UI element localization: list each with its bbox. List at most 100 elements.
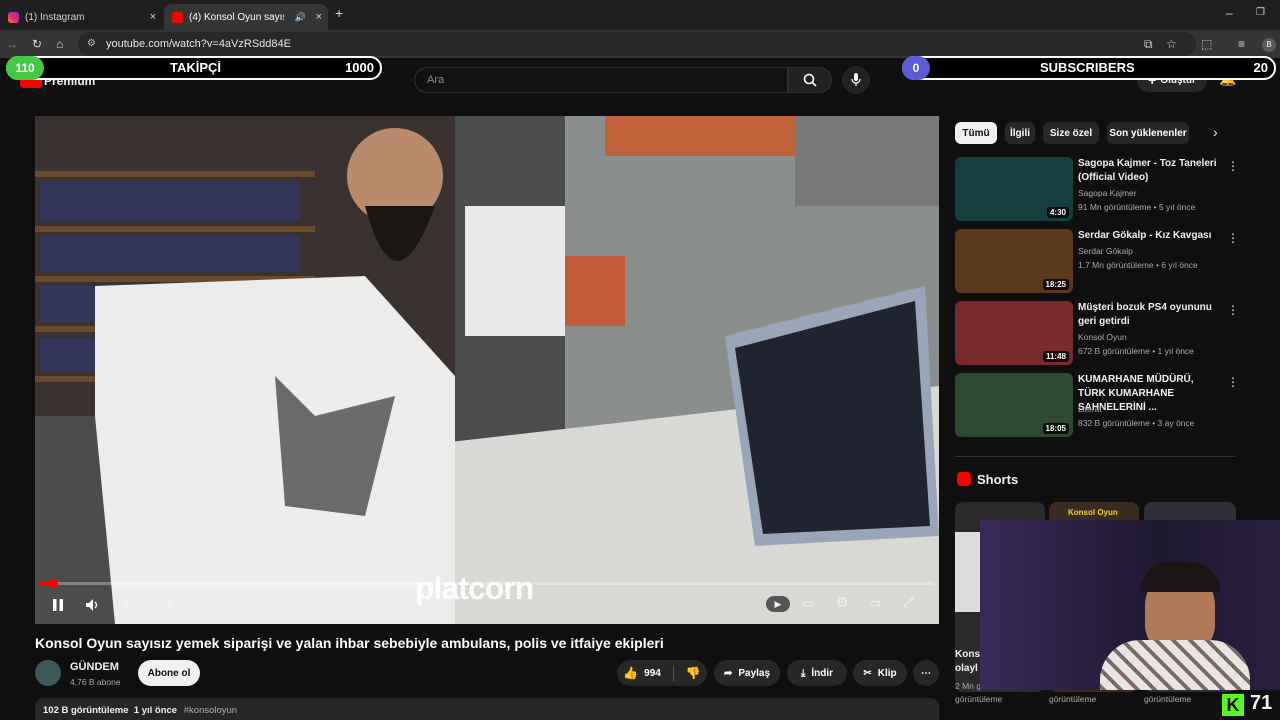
bookmark-star-icon[interactable]: ☆	[1166, 30, 1177, 58]
video-player[interactable]: 0:02 / 2:16 platcorn ▶ ▭ ⚙ ▭ ⤢	[35, 116, 939, 624]
extensions-icon[interactable]: ⬚	[1201, 30, 1212, 58]
settings-gear-icon[interactable]: ⚙	[836, 594, 849, 611]
reload-icon[interactable]: ↻	[32, 30, 42, 58]
more-options-icon[interactable]: ⋮	[1227, 159, 1239, 173]
recommendation-title[interactable]: Serdar Gökalp - Kız Kavgası	[1078, 229, 1218, 243]
recommendation-channel[interactable]: Literat	[1078, 404, 1102, 414]
divider	[672, 665, 674, 681]
chip-related[interactable]: İlgili	[1005, 122, 1035, 144]
download-button[interactable]: ⤓ İndir	[787, 660, 847, 686]
subscribers-goal-bar: 0 SUBSCRIBERS 20	[902, 56, 1276, 80]
theater-mode-icon[interactable]: ▭	[869, 595, 881, 611]
divider	[955, 456, 1235, 457]
recommendation-channel[interactable]: Konsol Oyun	[1078, 332, 1127, 342]
share-button[interactable]: ➦ Paylaş	[714, 660, 780, 686]
close-tab-icon[interactable]: ×	[316, 11, 322, 23]
clip-button[interactable]: ✂ Klip	[853, 660, 907, 686]
description-tag[interactable]: #konsoloyun	[184, 705, 237, 716]
microphone-icon	[851, 73, 861, 86]
subtitles-icon[interactable]: ▭	[802, 596, 813, 610]
search-icon	[803, 73, 817, 87]
recommendation-item[interactable]: 18:25 Serdar Gökalp - Kız Kavgası Serdar G…	[955, 229, 1239, 293]
recommendation-channel[interactable]: Serdar Gökalp	[1078, 246, 1133, 256]
kick-viewer-count: 71	[1250, 692, 1273, 714]
restore-button[interactable]: ❐	[1256, 0, 1265, 27]
home-icon[interactable]: ⌂	[56, 30, 63, 58]
voice-search-button[interactable]	[842, 66, 870, 94]
recommendation-item[interactable]: 11:48 Müşteri bozuk PS4 oyununu geri geti…	[955, 301, 1239, 365]
search-placeholder: Ara	[427, 74, 445, 86]
pause-icon[interactable]	[52, 598, 64, 612]
short-meta: görüntüleme	[1049, 694, 1097, 704]
autoplay-toggle[interactable]: ▶	[766, 596, 790, 612]
video-thumbnail[interactable]: 4:30	[955, 157, 1073, 221]
volume-icon[interactable]	[85, 598, 99, 612]
video-thumbnail[interactable]: 18:25	[955, 229, 1073, 293]
streamer-shirt	[1100, 640, 1250, 690]
recommendation-title[interactable]: Müşteri bozuk PS4 oyununu geri getirdi	[1078, 301, 1218, 329]
time-display: 0:02 / 2:16	[123, 599, 172, 610]
video-thumbnail[interactable]: 11:48	[955, 301, 1073, 365]
search-input[interactable]: Ara	[414, 67, 788, 93]
back-icon[interactable]: →	[6, 30, 18, 58]
chip-for-you[interactable]: Size özel	[1043, 122, 1099, 144]
watermark: platcorn	[415, 570, 534, 606]
more-actions-button[interactable]: ⋯	[913, 660, 939, 686]
chevron-right-icon[interactable]: ›	[1213, 124, 1218, 140]
short-badge: Konsol Oyun	[1068, 508, 1118, 517]
chip-recent[interactable]: Son yüklenenler	[1107, 122, 1189, 144]
like-icon[interactable]: 👍	[623, 666, 638, 680]
recommendation-item[interactable]: 18:05 KUMARHANE MÜDÜRÜ, TÜRK KUMARHANE SA…	[955, 373, 1239, 437]
recommendation-title[interactable]: Sagopa Kajmer - Toz Taneleri (Official V…	[1078, 157, 1218, 185]
chip-all[interactable]: Tümü	[955, 122, 997, 144]
like-count[interactable]: 994	[644, 668, 661, 679]
more-options-icon[interactable]: ⋮	[1227, 375, 1239, 389]
duration-badge: 11:48	[1042, 351, 1069, 362]
close-tab-icon[interactable]: ×	[150, 11, 156, 23]
recommendation-meta: 832 B görüntüleme • 3 ay önce	[1078, 418, 1195, 428]
channel-name[interactable]: GÜNDEM	[70, 661, 119, 673]
description-box[interactable]: 102 B görüntüleme 1 yıl önce #konsoloyun	[35, 698, 939, 720]
minimize-button[interactable]: –	[1226, 0, 1233, 27]
channel-avatar[interactable]	[35, 660, 61, 686]
site-info-icon[interactable]: ⚙	[87, 32, 96, 56]
video-title: Konsol Oyun sayısız yemek siparişi ve ya…	[35, 635, 664, 651]
youtube-icon	[172, 11, 183, 23]
description-meta: 102 B görüntüleme 1 yıl önce	[43, 705, 178, 716]
scissors-icon: ✂	[863, 667, 872, 679]
dislike-icon[interactable]: 👎	[686, 666, 701, 680]
recommendation-item[interactable]: 4:30 Sagopa Kajmer - Toz Taneleri (Offici…	[955, 157, 1239, 221]
recommendation-channel[interactable]: Sagopa Kajmer	[1078, 188, 1137, 198]
url-field[interactable]: ⚙ youtube.com/watch?v=4aVzRSdd84E	[78, 32, 1196, 56]
tab-label: (4) Konsol Oyun sayısız yem	[189, 11, 284, 23]
short-title[interactable]: Kons olayl	[955, 648, 983, 676]
kick-logo: K	[1222, 694, 1244, 716]
followers-goal-bar: 110 TAKİPÇİ 1000	[6, 56, 382, 80]
followers-label: TAKİPÇİ	[170, 60, 222, 75]
speaker-icon[interactable]: 🔊	[295, 12, 306, 23]
shorts-icon	[957, 472, 971, 486]
followers-current: 110	[6, 56, 44, 80]
tab-instagram[interactable]: (1) Instagram ×	[0, 4, 162, 30]
fullscreen-icon[interactable]: ⤢	[903, 595, 913, 611]
video-thumbnail[interactable]: 18:05	[955, 373, 1073, 437]
subs-current: 0	[902, 56, 930, 80]
video-frame	[35, 116, 939, 624]
url-text: youtube.com/watch?v=4aVzRSdd84E	[106, 38, 291, 50]
more-options-icon[interactable]: ⋮	[1227, 303, 1239, 317]
install-icon[interactable]: ⧉	[1144, 30, 1153, 58]
more-icon: ⋯	[921, 667, 931, 679]
more-options-icon[interactable]: ⋮	[1227, 231, 1239, 245]
subscribe-button[interactable]: Abone ol	[138, 660, 200, 686]
new-tab-button[interactable]: +	[335, 0, 343, 27]
search-button[interactable]	[788, 67, 832, 93]
followers-goal: 1000	[345, 60, 374, 75]
recommendation-meta: 91 Mn görüntüleme • 5 yıl önce	[1078, 202, 1196, 212]
clip-label: Klip	[877, 667, 897, 679]
tab-youtube[interactable]: (4) Konsol Oyun sayısız yem 🔊 ×	[164, 4, 328, 30]
shorts-heading: Shorts	[977, 472, 1019, 487]
duration-badge: 4:30	[1046, 207, 1069, 218]
tab-search-icon[interactable]: ≡	[1238, 30, 1245, 58]
short-meta: görüntüleme	[1144, 694, 1192, 704]
profile-avatar[interactable]: B	[1262, 38, 1276, 52]
